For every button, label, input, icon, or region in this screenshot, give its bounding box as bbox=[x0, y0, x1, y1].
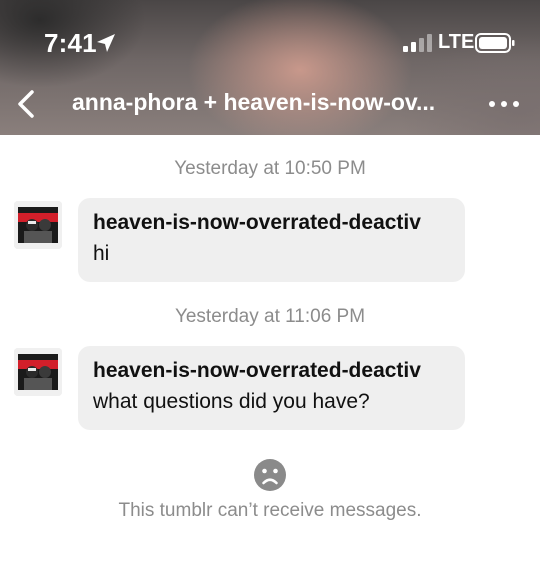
cannot-receive-notice: This tumblr can’t receive messages. bbox=[118, 500, 422, 521]
message-sender[interactable]: heaven-is-now-overrated-deactiv bbox=[93, 209, 450, 237]
signal-icon bbox=[403, 34, 432, 52]
message-bubble[interactable]: heaven-is-now-overrated-deactiv hi bbox=[78, 198, 465, 282]
battery-icon bbox=[475, 33, 515, 53]
message-timestamp: Yesterday at 11:06 PM bbox=[174, 306, 366, 327]
message-text: hi bbox=[93, 242, 110, 265]
avatar[interactable] bbox=[14, 348, 62, 396]
message-sender[interactable]: heaven-is-now-overrated-deactiv bbox=[93, 357, 450, 385]
more-options-button[interactable] bbox=[486, 92, 522, 116]
back-button[interactable] bbox=[8, 84, 44, 124]
network-label: LTE bbox=[438, 31, 475, 53]
avatar-image bbox=[14, 348, 62, 396]
avatar-image bbox=[14, 201, 62, 249]
header: 7:41 LTE anna-phora + heaven-is-now-ov..… bbox=[0, 0, 540, 135]
message-bubble[interactable]: heaven-is-now-overrated-deactiv what que… bbox=[78, 346, 465, 430]
avatar[interactable] bbox=[14, 201, 62, 249]
nav-bar: anna-phora + heaven-is-now-ov... bbox=[0, 82, 540, 126]
status-bar: 7:41 LTE bbox=[0, 0, 540, 88]
conversation-title: anna-phora + heaven-is-now-ov... bbox=[72, 89, 436, 115]
message-timestamp: Yesterday at 10:50 PM bbox=[174, 158, 366, 179]
status-time: 7:41 bbox=[44, 28, 97, 58]
message-text: what questions did you have? bbox=[93, 390, 370, 413]
location-arrow-icon bbox=[97, 34, 115, 52]
sad-face-icon bbox=[254, 459, 286, 491]
